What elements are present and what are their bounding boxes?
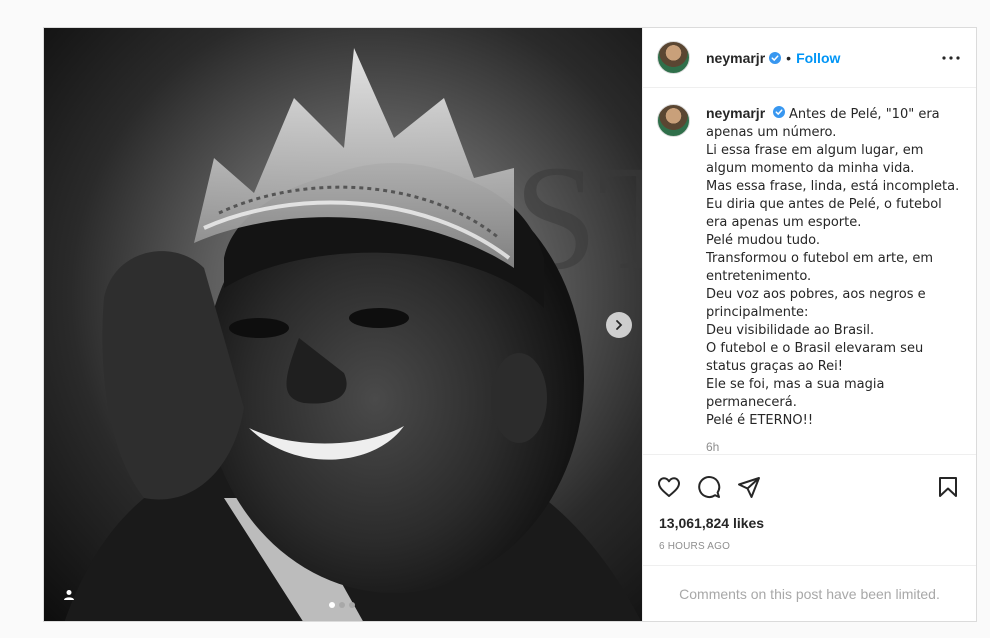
like-button[interactable] (657, 475, 681, 499)
caption-line: era apenas um esporte. (706, 215, 862, 230)
heart-icon (658, 477, 680, 497)
caption-text: Antes de Pelé, "10" era apenas um número.… (706, 107, 959, 430)
caption-line: O futebol e o Brasil elevaram seu (706, 341, 924, 356)
carousel-dot (349, 602, 355, 608)
comment-button[interactable] (697, 475, 721, 499)
caption-line: Deu visibilidade ao Brasil. (706, 323, 875, 338)
post-timestamp[interactable]: 6 HOURS AGO (643, 531, 976, 552)
save-button[interactable] (936, 475, 960, 499)
post-header: neymarjr • Follow (643, 28, 976, 88)
caption-line: principalmente: (706, 305, 809, 320)
carousel-dot (329, 602, 335, 608)
send-icon (738, 477, 760, 498)
verified-badge-icon (769, 51, 782, 64)
caption-area: neymarjr Antes de Pelé, "10" era apenas u… (643, 88, 976, 455)
likes-count[interactable]: 13,061,824 likes (643, 507, 976, 531)
header-separator: • (786, 49, 792, 66)
carousel-next-button[interactable] (606, 312, 632, 338)
follow-button[interactable]: Follow (796, 50, 840, 66)
caption-line: entretenimento. (706, 269, 812, 284)
caption-line: Li essa frase em algum lugar, em (706, 143, 924, 158)
comments-limited-notice: Comments on this post have been limited. (643, 565, 976, 621)
caption-line: Pelé mudou tudo. (706, 233, 821, 248)
caption-line: Antes de Pelé, "10" era (788, 107, 940, 122)
instagram-post: ST (43, 27, 977, 622)
caption-line: Mas essa frase, linda, está incompleta. (706, 179, 960, 194)
carousel-dot (339, 602, 345, 608)
post-side-panel: neymarjr • Follow neymarjr Antes de Pelé… (642, 28, 976, 621)
caption-line: Transformou o futebol em arte, em (706, 251, 934, 266)
share-button[interactable] (737, 475, 761, 499)
comment-icon (698, 476, 721, 498)
caption-username[interactable]: neymarjr (706, 105, 765, 121)
post-photo: ST (64, 48, 642, 621)
caption-line: apenas um número. (706, 125, 837, 140)
caption-line: status graças ao Rei! (706, 359, 843, 374)
caption-line: algum momento da minha vida. (706, 161, 915, 176)
caption-avatar[interactable] (657, 104, 690, 137)
caption-timestamp[interactable]: 6h (706, 438, 959, 454)
action-bar (643, 455, 976, 507)
avatar[interactable] (657, 41, 690, 74)
verified-badge-icon (773, 106, 786, 118)
user-tag-icon (64, 590, 74, 600)
chevron-right-icon (616, 320, 623, 330)
caption-line: Eu diria que antes de Pelé, o futebol (706, 197, 942, 212)
bookmark-icon (939, 477, 957, 497)
caption-line: Pelé é ETERNO!! (706, 413, 814, 428)
caption-line: permanecerá. (706, 395, 797, 410)
post-image[interactable]: ST (44, 28, 642, 621)
carousel-indicator (329, 602, 355, 608)
caption-line: Ele se foi, mas a sua magia (706, 377, 885, 392)
user-tags-button[interactable] (58, 584, 80, 606)
caption-line: Deu voz aos pobres, aos negros e (706, 287, 926, 302)
more-options-icon[interactable] (942, 55, 960, 60)
author-username[interactable]: neymarjr (706, 50, 765, 66)
caption: neymarjr Antes de Pelé, "10" era apenas u… (706, 104, 959, 454)
